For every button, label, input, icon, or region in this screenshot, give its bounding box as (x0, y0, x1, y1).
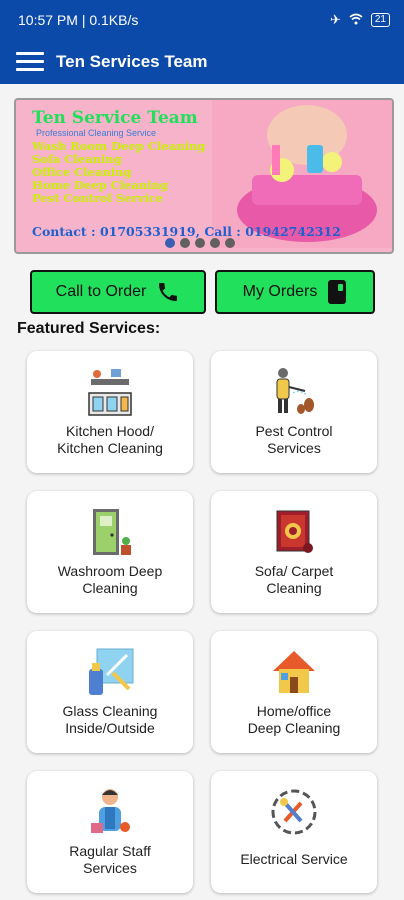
service-card-electrical[interactable]: Electrical Service (211, 771, 377, 893)
service-card-pest-control[interactable]: Pest Control Services (211, 351, 377, 473)
carpet-icon (276, 510, 313, 553)
service-label: Home/office Deep Cleaning (247, 703, 341, 736)
carousel-dot[interactable] (225, 238, 235, 248)
home-icon (273, 651, 315, 693)
battery-icon: 21 (370, 13, 390, 27)
call-to-order-label: Call to Order (55, 283, 147, 300)
pest-control-icon (276, 368, 314, 414)
service-label: Ragular Staff Services (69, 843, 151, 876)
banner-contact: Contact : 01705331919, Call : 0194274231… (32, 224, 341, 239)
app-bar: Ten Services Team (0, 40, 404, 84)
airplane-icon: ✈ (329, 12, 341, 27)
banner-title: Ten Service Team (32, 108, 198, 128)
carousel-dot[interactable] (180, 238, 190, 248)
kitchen-icon (88, 369, 132, 416)
service-label: Washroom Deep Cleaning (57, 563, 163, 596)
menu-icon[interactable] (16, 52, 44, 72)
my-orders-label: My Orders (242, 283, 318, 300)
service-label: Electrical Service (240, 851, 348, 867)
service-label: Sofa/ Carpet Cleaning (254, 563, 334, 596)
status-icons: ✈ 21 (330, 12, 390, 28)
staff-icon (91, 789, 130, 833)
phone-icon (159, 283, 178, 301)
carousel-dot[interactable] (195, 238, 205, 248)
my-orders-button[interactable]: My Orders (215, 270, 375, 314)
section-title: Featured Services: (17, 320, 161, 337)
service-card-washroom[interactable]: Washroom Deep Cleaning (27, 491, 193, 613)
banner-service: Pest Control Service (32, 191, 164, 205)
service-label: Glass Cleaning Inside/Outside (62, 703, 158, 736)
washroom-icon (93, 509, 131, 555)
service-label: Pest Control Services (255, 423, 333, 456)
electrical-icon (271, 789, 317, 835)
banner-service-list: Wash Room Deep Cleaning Sofa Cleaning Of… (32, 140, 205, 205)
status-bar: 10:57 PM | 0.1KB/s ✈ 21 (0, 0, 404, 40)
service-card-carpet[interactable]: Sofa/ Carpet Cleaning (211, 491, 377, 613)
call-to-order-button[interactable]: Call to Order (30, 270, 206, 314)
carousel-dot[interactable] (165, 238, 175, 248)
carousel-indicator (165, 238, 235, 248)
glass-cleaning-icon (89, 648, 134, 695)
service-card-kitchen[interactable]: Kitchen Hood/ Kitchen Cleaning (27, 351, 193, 473)
service-card-staff[interactable]: Ragular Staff Services (27, 771, 193, 893)
service-card-home-office[interactable]: Home/office Deep Cleaning (211, 631, 377, 753)
wifi-icon (349, 13, 363, 28)
carousel-dot[interactable] (210, 238, 220, 248)
banner-subtitle: Professional Cleaning Service (36, 128, 157, 138)
status-time: 10:57 PM | 0.1KB/s (18, 12, 139, 28)
app-title: Ten Services Team (56, 52, 208, 71)
service-card-glass-cleaning[interactable]: Glass Cleaning Inside/Outside (27, 631, 193, 753)
service-label: Kitchen Hood/ Kitchen Cleaning (57, 423, 163, 456)
promo-banner[interactable]: Ten Service Team Professional Cleaning S… (14, 98, 394, 254)
orders-card-icon (328, 280, 347, 304)
